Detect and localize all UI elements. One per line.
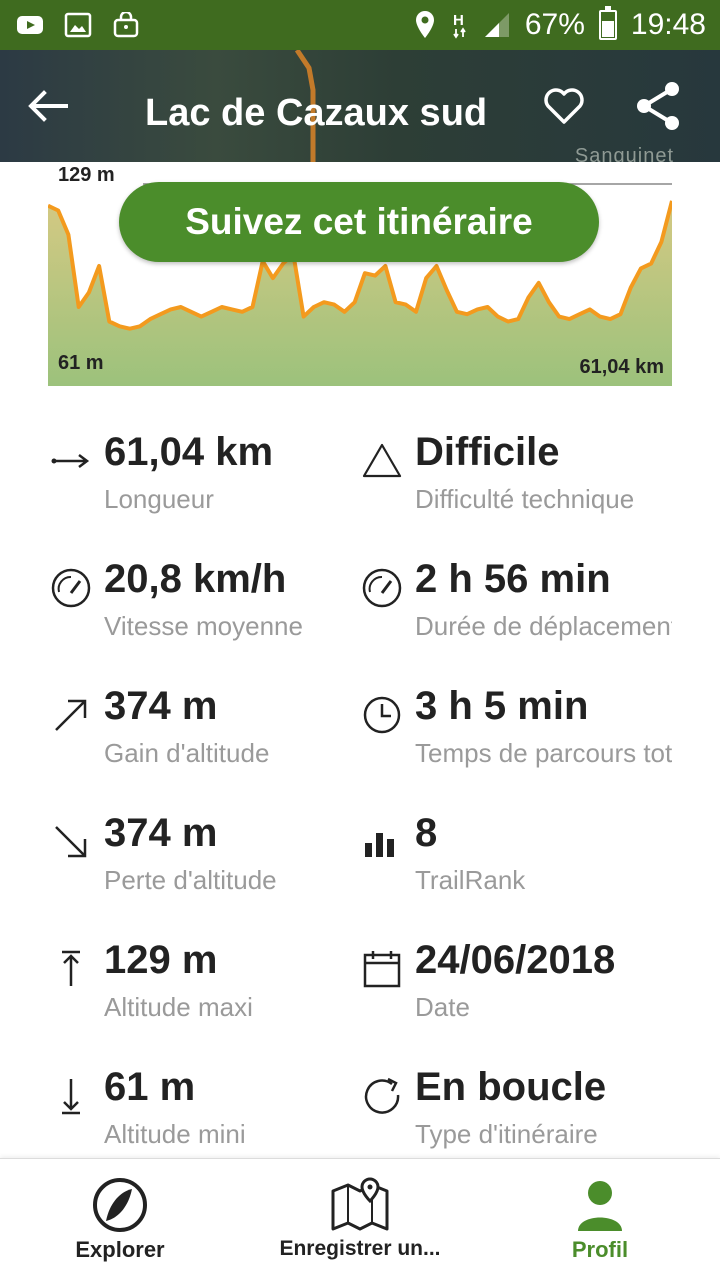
arrow-up-right-icon — [55, 699, 87, 731]
explorer-logo-icon — [93, 1178, 147, 1232]
stat-date: 24/06/2018 Date — [361, 938, 672, 1058]
nav-profile[interactable]: Profil — [550, 1159, 650, 1281]
stat-length: 61,04 km Longueur — [50, 430, 370, 550]
nav-explorer-label: Explorer — [75, 1237, 165, 1262]
stat-value: 374 m — [104, 684, 218, 728]
stat-value: 61 m — [104, 1065, 196, 1109]
back-arrow-icon[interactable] — [26, 84, 70, 128]
battery-icon — [598, 6, 617, 40]
loop-icon — [364, 1077, 400, 1114]
map-town-label: Sanguinet — [574, 145, 674, 162]
stat-value: 8 — [415, 811, 438, 855]
stat-label: Date — [415, 992, 470, 1022]
stat-label: Vitesse moyenne — [104, 611, 303, 641]
bottom-nav: Explorer Enregistrer un... Profil — [0, 1158, 720, 1281]
clock-time: 19:48 — [630, 8, 706, 41]
stat-label: Perte d'altitude — [104, 865, 277, 895]
stat-avg-speed: 20,8 km/h Vitesse moyenne — [50, 557, 370, 677]
speedometer-icon — [51, 568, 91, 608]
signal-icon — [484, 13, 509, 37]
nav-record-label: Enregistrer un... — [279, 1237, 441, 1260]
profile-person-icon — [578, 1181, 622, 1231]
stat-elevation-gain: 374 m Gain d'altitude — [50, 684, 370, 804]
stat-label: Difficulté technique — [415, 484, 635, 514]
stat-label: Longueur — [104, 484, 214, 514]
calendar-icon — [363, 951, 401, 988]
share-icon[interactable] — [634, 80, 682, 132]
location-icon — [415, 11, 434, 38]
stat-label: Gain d'altitude — [104, 738, 270, 768]
heart-icon[interactable] — [542, 84, 586, 128]
stat-elevation-loss: 374 m Perte d'altitude — [50, 811, 370, 931]
header: Sanguinet Lac de Cazaux sud — [0, 50, 720, 162]
status-bar: H 67% 19:48 — [0, 0, 720, 50]
bar-chart-icon — [365, 833, 394, 857]
stat-moving-time: 2 h 56 min Durée de déplacement — [361, 557, 672, 677]
stat-value: 129 m — [104, 938, 218, 982]
nav-profile-label: Profil — [571, 1237, 629, 1262]
h-network-icon: H — [453, 12, 466, 39]
stat-value: 61,04 km — [104, 430, 274, 474]
map-pin-icon — [331, 1177, 389, 1231]
stat-label: Durée de déplacement — [415, 611, 672, 641]
image-icon — [64, 12, 92, 38]
stat-label: Altitude mini — [104, 1119, 246, 1149]
elevation-distance-label: 61,04 km — [579, 356, 664, 378]
stat-label: Altitude maxi — [104, 992, 253, 1022]
nav-explorer[interactable]: Explorer — [60, 1159, 180, 1281]
stat-label: Temps de parcours total — [415, 738, 672, 768]
page-title: Lac de Cazaux sud — [145, 92, 488, 134]
difficulty-triangle-icon — [362, 443, 402, 478]
stat-value: 24/06/2018 — [415, 938, 616, 982]
stat-value: Difficile — [415, 430, 560, 474]
stat-value: En boucle — [415, 1065, 607, 1109]
stat-value: 2 h 56 min — [415, 557, 611, 601]
stat-label: TrailRank — [415, 865, 526, 895]
stat-difficulty: Difficile Difficulté technique — [361, 430, 672, 550]
altitude-max-icon — [62, 950, 80, 986]
elevation-max-label: 129 m — [58, 164, 115, 186]
arrow-down-right-icon — [55, 826, 87, 858]
elevation-min-label: 61 m — [58, 352, 104, 374]
nav-record[interactable]: Enregistrer un... — [260, 1159, 460, 1281]
distance-arrow-icon — [51, 454, 90, 468]
youtube-icon — [17, 16, 43, 34]
stat-value: 3 h 5 min — [415, 684, 589, 728]
altitude-min-icon — [62, 1079, 80, 1115]
follow-route-button[interactable]: Suivez cet itinéraire — [119, 182, 599, 262]
stat-total-time: 3 h 5 min Temps de parcours total — [361, 684, 672, 804]
clock-icon — [363, 696, 401, 734]
stat-value: 20,8 km/h — [104, 557, 287, 601]
speedometer-icon — [362, 568, 402, 608]
battery-percent: 67% — [524, 8, 585, 41]
stat-label: Type d'itinéraire — [415, 1119, 598, 1149]
stat-trailrank[interactable]: 8 TrailRank — [361, 811, 672, 931]
stat-altitude-max: 129 m Altitude maxi — [50, 938, 370, 1058]
shopping-bag-icon — [113, 12, 139, 38]
svg-text:H: H — [453, 12, 464, 29]
stat-value: 374 m — [104, 811, 218, 855]
